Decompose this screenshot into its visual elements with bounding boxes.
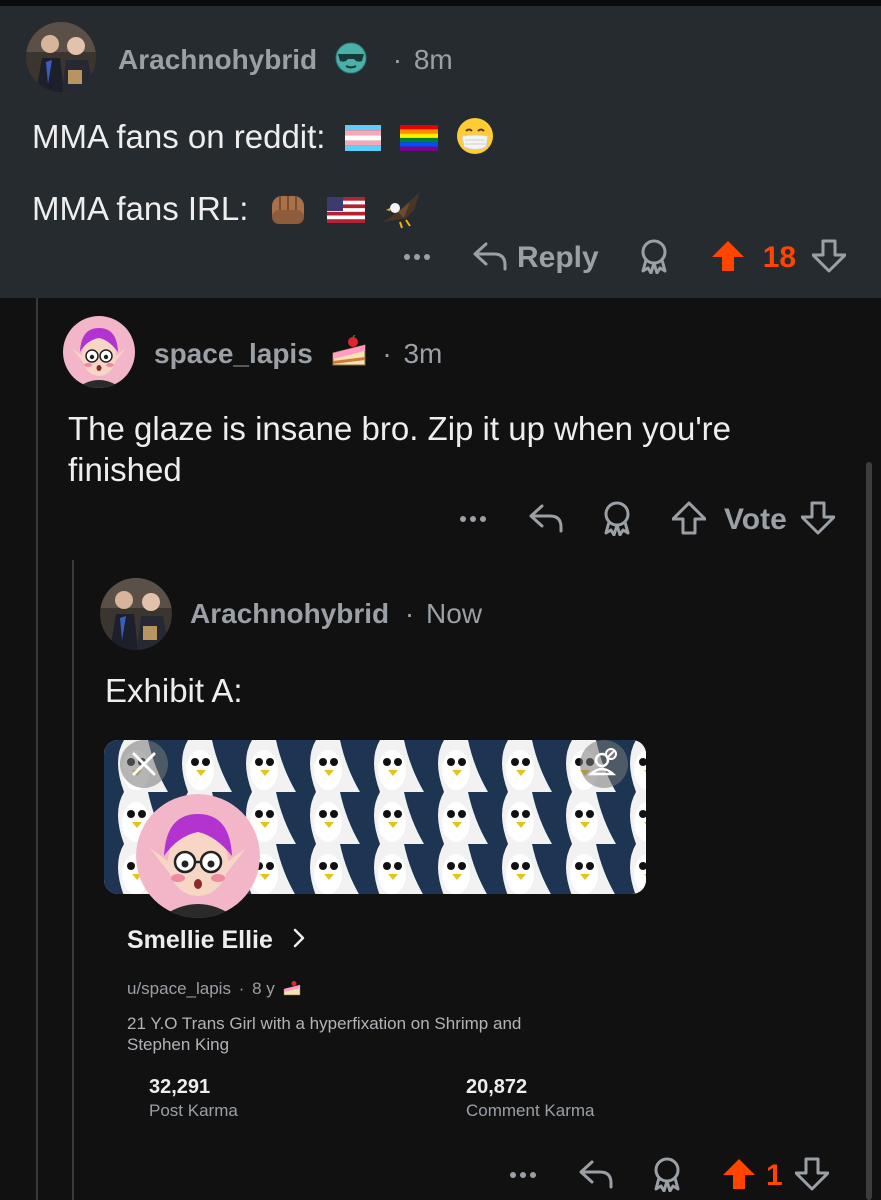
comment-actions: 1: [508, 1156, 830, 1197]
vote-label: Vote: [724, 503, 787, 536]
upvote-icon[interactable]: [671, 501, 707, 540]
comment-body-line: MMA fans IRL:: [32, 188, 424, 239]
post-karma-label: Post Karma: [149, 1101, 238, 1120]
comment-karma-label: Comment Karma: [466, 1101, 595, 1120]
separator: ·: [382, 338, 392, 369]
sunglasses-face-icon: [335, 42, 367, 81]
timestamp: Now: [426, 598, 483, 629]
thread-line[interactable]: [72, 560, 74, 1200]
vote-score: 18: [762, 241, 797, 274]
eagle-icon: [380, 188, 424, 239]
transgender-flag-icon: [344, 119, 381, 160]
post-karma-value: 32,291: [149, 1076, 211, 1098]
profile-avatar[interactable]: [136, 794, 260, 918]
award-icon[interactable]: [650, 1156, 684, 1197]
separator: ·: [404, 598, 415, 629]
avatar[interactable]: [26, 22, 96, 92]
account-age: 8 y: [252, 979, 275, 998]
reply-button[interactable]: Reply: [472, 240, 599, 277]
timestamp: 3m: [403, 338, 443, 369]
more-options-icon[interactable]: [402, 249, 436, 267]
award-icon[interactable]: [600, 500, 634, 541]
comment-actions: Vote: [458, 500, 836, 541]
profile-handle-row: u/space_lapis · 8 y: [127, 979, 301, 1002]
block-user-button[interactable]: [580, 740, 628, 788]
fist-icon: [268, 190, 308, 237]
more-options-icon[interactable]: [508, 1167, 542, 1185]
us-flag-icon: [326, 191, 365, 232]
comment-meta: space_lapis · 3m: [154, 334, 443, 376]
comment-meta: Arachnohybrid · 8m: [118, 42, 453, 81]
close-button[interactable]: [120, 740, 168, 788]
comment-text: The glaze is insane bro. Zip it up when …: [68, 410, 731, 488]
downvote-icon[interactable]: [811, 239, 847, 278]
thread-line[interactable]: [36, 298, 38, 1200]
comment-meta: Arachnohybrid · Now: [190, 598, 482, 630]
username[interactable]: Arachnohybrid: [190, 598, 389, 629]
profile-bio: 21 Y.O Trans Girl with a hyperfixation o…: [127, 1014, 522, 1054]
comment-body-line: MMA fans on reddit:: [32, 116, 495, 165]
reply-label: Reply: [517, 241, 599, 274]
block-user-icon: [580, 740, 628, 793]
comment-text: MMA fans on reddit:: [32, 118, 326, 155]
face-with-mask-icon: [455, 116, 495, 165]
timestamp: 8m: [413, 44, 453, 75]
separator: ·: [238, 979, 245, 998]
reply-arrow-icon: [472, 240, 508, 277]
vote-score: 1: [766, 1159, 783, 1192]
upvote-icon[interactable]: [722, 1157, 756, 1196]
comment-text: Exhibit A:: [105, 672, 243, 709]
avatar[interactable]: [63, 316, 135, 388]
scrollbar[interactable]: [866, 462, 872, 1200]
close-icon: [120, 740, 168, 793]
username[interactable]: space_lapis: [154, 338, 313, 369]
profile-handle: u/space_lapis: [127, 979, 231, 998]
separator: ·: [392, 44, 403, 75]
downvote-icon[interactable]: [794, 1157, 830, 1196]
comment-actions: Reply 18: [402, 238, 847, 279]
award-icon[interactable]: [637, 238, 671, 279]
comment-text: MMA fans IRL:: [32, 190, 249, 227]
rainbow-flag-icon: [399, 119, 438, 160]
downvote-icon[interactable]: [800, 501, 836, 540]
avatar[interactable]: [100, 578, 172, 650]
profile-display-name[interactable]: Smellie Ellie: [127, 926, 306, 956]
reply-arrow-icon[interactable]: [528, 502, 564, 539]
more-options-icon[interactable]: [458, 511, 492, 529]
profile-name-label: Smellie Ellie: [127, 926, 273, 954]
chevron-right-icon: [292, 927, 306, 956]
upvote-icon[interactable]: [711, 239, 745, 278]
comment-karma-value: 20,872: [466, 1076, 528, 1098]
reply-arrow-icon[interactable]: [578, 1158, 614, 1195]
cake-icon: [331, 334, 367, 376]
cake-icon: [283, 980, 301, 1002]
username[interactable]: Arachnohybrid: [118, 44, 317, 75]
